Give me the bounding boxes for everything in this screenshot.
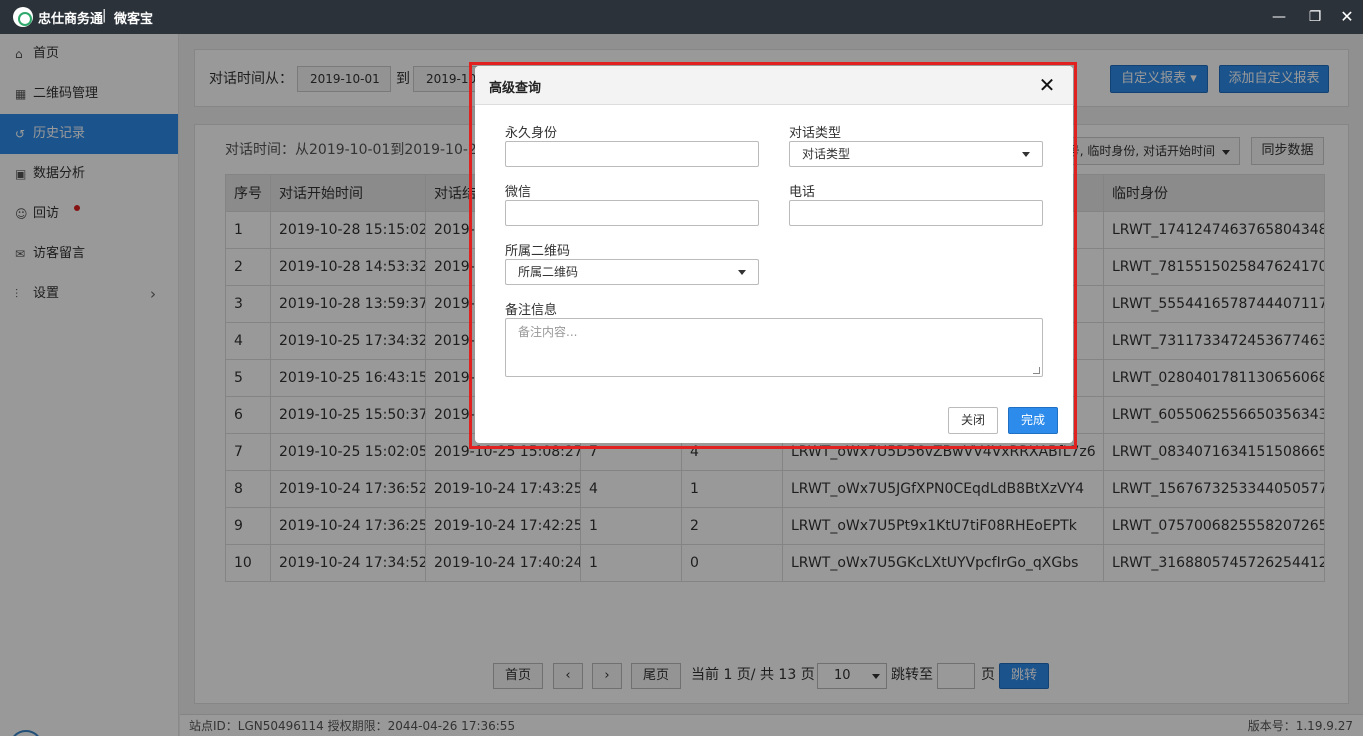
qrcode-select[interactable]: 所属二维码	[505, 259, 759, 285]
app-subtitle: 微客宝	[114, 12, 154, 27]
phone-input[interactable]	[789, 200, 1043, 226]
permanent-id-input[interactable]	[505, 141, 759, 167]
remark-placeholder: 备注内容...	[518, 325, 578, 339]
dialog-type-label: 对话类型	[789, 126, 842, 141]
close-button[interactable]: 关闭	[948, 407, 998, 434]
dialog-type-select[interactable]: 对话类型	[789, 141, 1043, 167]
dialog-title: 高级查询	[489, 81, 542, 96]
title-separator: |	[102, 8, 107, 23]
close-icon[interactable]: ✕	[1035, 72, 1059, 98]
app-name: 忠仕商务通	[38, 12, 104, 27]
title-bar: 忠仕商务通 | 微客宝 — ❐ ✕	[0, 0, 1363, 34]
dialog-header: 高级查询 ✕	[475, 66, 1073, 105]
maximize-icon[interactable]: ❐	[1304, 6, 1326, 28]
resize-handle-icon[interactable]	[1033, 367, 1040, 374]
qrcode-label: 所属二维码	[505, 244, 571, 259]
phone-label: 电话	[789, 185, 816, 200]
app-logo-icon	[13, 7, 33, 27]
remark-textarea[interactable]: 备注内容...	[505, 318, 1043, 377]
done-button[interactable]: 完成	[1008, 407, 1058, 434]
close-icon[interactable]: ✕	[1336, 6, 1358, 28]
permanent-id-label: 永久身份	[505, 126, 558, 141]
remark-label: 备注信息	[505, 303, 558, 318]
minimize-icon[interactable]: —	[1268, 6, 1290, 28]
wechat-label: 微信	[505, 185, 532, 200]
wechat-input[interactable]	[505, 200, 759, 226]
advanced-query-dialog: 高级查询 ✕ 永久身份 对话类型 对话类型 微信 电话 所属二维码 所属二维码 …	[475, 66, 1073, 443]
